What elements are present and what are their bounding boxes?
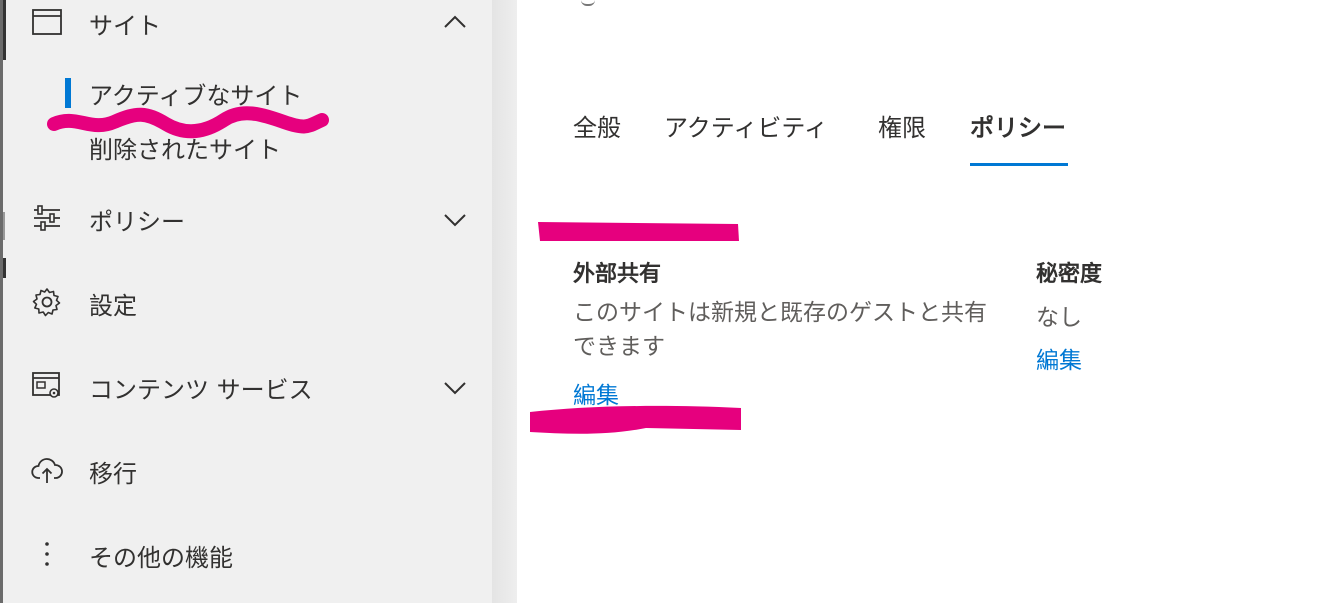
nav-label-sites: サイト	[89, 12, 161, 40]
external-sharing-edit-link[interactable]: 編集	[573, 376, 619, 410]
nav-label-more-features: その他の機能	[89, 544, 233, 572]
more-vertical-icon	[31, 538, 63, 570]
active-tab-indicator	[970, 163, 1068, 166]
sensitivity-edit-link[interactable]: 編集	[1036, 341, 1082, 375]
nav-subitem-active-sites[interactable]: アクティブなサイト	[3, 72, 495, 112]
left-navigation: サイト アクティブなサイト 削除されたサイト ポリシー 設定 コンテンツ サービ…	[0, 0, 492, 603]
top-artifact	[581, 0, 595, 6]
sensitivity-title: 秘密度	[1036, 262, 1103, 287]
gear-icon	[31, 286, 63, 318]
nav-label-policies: ポリシー	[89, 208, 185, 236]
tab-general[interactable]: 全般	[573, 108, 621, 168]
nav-subitem-label: アクティブなサイト	[89, 82, 303, 110]
chevron-up-icon[interactable]	[441, 8, 469, 36]
nav-label-migration: 移行	[89, 460, 137, 488]
tab-permissions[interactable]: 権限	[878, 108, 926, 168]
external-sharing-description: このサイトは新規と既存のゲストと共有できます	[573, 300, 987, 360]
nav-item-migration[interactable]: 移行	[3, 448, 495, 492]
nav-item-policies[interactable]: ポリシー	[3, 196, 495, 240]
nav-item-content-services[interactable]: コンテンツ サービス	[3, 364, 495, 408]
nav-subitem-label: 削除されたサイト	[89, 136, 281, 164]
sliders-icon	[31, 202, 63, 234]
nav-item-more-features[interactable]: その他の機能	[3, 532, 495, 576]
nav-item-sites[interactable]: サイト	[3, 0, 495, 44]
nav-label-settings: 設定	[89, 292, 137, 320]
cloud-upload-icon	[31, 454, 63, 486]
redaction-bar	[538, 222, 739, 241]
chevron-down-icon[interactable]	[441, 206, 469, 234]
nav-panel-shadow	[492, 0, 517, 603]
redaction-bar	[530, 405, 741, 434]
selected-indicator	[65, 78, 71, 108]
nav-label-content-services: コンテンツ サービス	[89, 376, 313, 404]
nav-subitem-deleted-sites[interactable]: 削除されたサイト	[3, 128, 495, 168]
window-edge-mark	[3, 258, 6, 278]
nav-item-settings[interactable]: 設定	[3, 280, 495, 324]
external-sharing-title: 外部共有	[573, 262, 662, 287]
chevron-down-icon[interactable]	[441, 374, 469, 402]
content-services-icon	[31, 370, 63, 402]
browser-window-icon	[31, 6, 63, 38]
sensitivity-value: なし	[1036, 305, 1082, 331]
tab-activity[interactable]: アクティビティ	[664, 108, 828, 168]
tab-policies[interactable]: ポリシー	[970, 108, 1068, 168]
